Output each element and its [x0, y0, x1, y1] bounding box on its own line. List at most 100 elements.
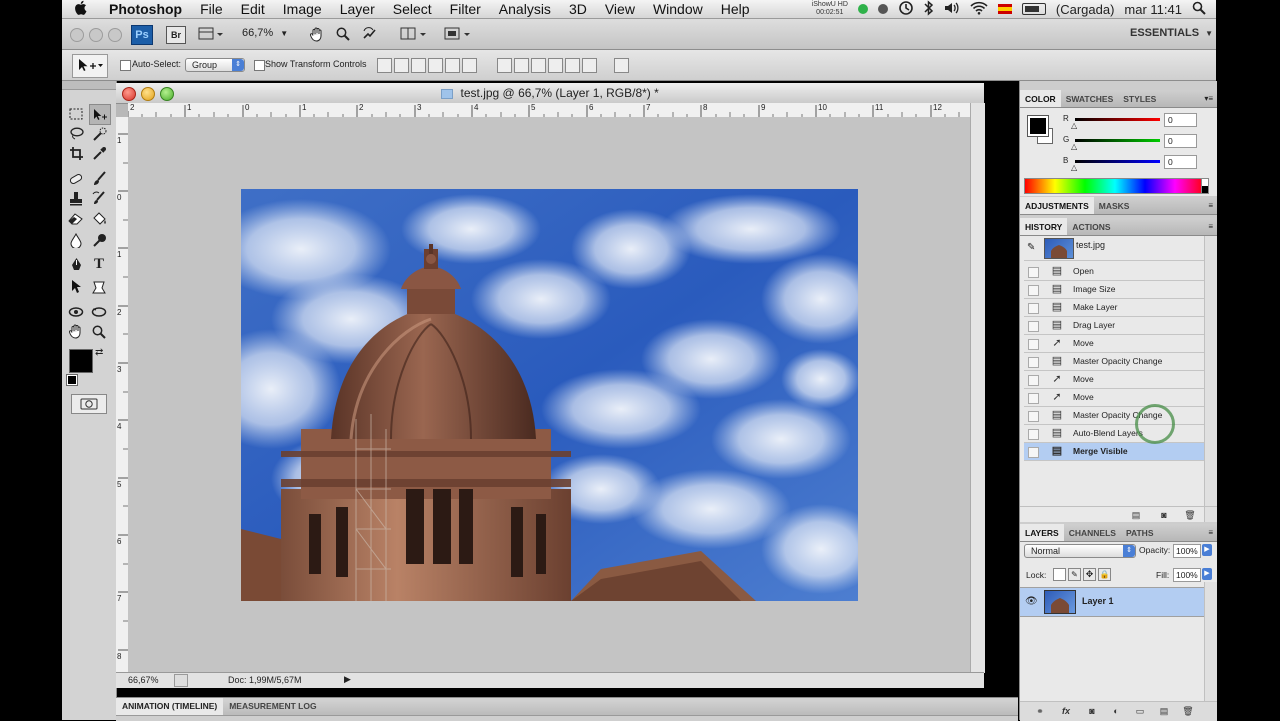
stop-icon[interactable] [877, 4, 888, 14]
status-info-icon[interactable] [174, 674, 188, 687]
panel-menu-icon[interactable]: ▾≡ [1204, 90, 1217, 107]
tab-adjustments[interactable]: ADJUSTMENTS [1020, 197, 1094, 214]
history-brush-tool-icon[interactable] [89, 189, 109, 208]
zoom-level-dropdown[interactable]: 66,7% ▼ [242, 27, 288, 39]
window-minimize-button-inactive[interactable] [89, 28, 103, 42]
paint-bucket-tool-icon[interactable] [89, 209, 109, 228]
history-brush-source-box[interactable] [1028, 303, 1039, 314]
new-adjustment-layer-icon[interactable]: ◐ [1110, 705, 1122, 717]
crop-tool-icon[interactable] [66, 144, 86, 163]
link-layers-icon[interactable]: ⚭ [1034, 705, 1046, 717]
window-close-button-inactive[interactable] [70, 28, 84, 42]
history-brush-source-box[interactable] [1028, 393, 1039, 404]
history-brush-source-box[interactable] [1028, 411, 1039, 422]
document-vertical-scrollbar[interactable] [970, 103, 985, 673]
auto-select-target-dropdown[interactable]: Group ⇕ [185, 58, 245, 72]
menu-window[interactable]: Window [644, 1, 712, 17]
tab-actions[interactable]: ACTIONS [1067, 218, 1115, 235]
distribute-vertical-centers-icon[interactable] [514, 58, 529, 73]
quick-mask-button[interactable] [71, 394, 107, 414]
clone-stamp-tool-icon[interactable] [66, 189, 86, 208]
tab-layers[interactable]: LAYERS [1020, 524, 1064, 541]
color-ramp-bw[interactable] [1201, 178, 1209, 194]
tools-panel-header[interactable] [62, 81, 116, 90]
color-ramp[interactable] [1024, 178, 1206, 194]
type-tool-icon[interactable]: T [89, 255, 109, 274]
status-zoom-field[interactable]: 66,67% [128, 675, 159, 685]
lasso-tool-icon[interactable] [66, 124, 86, 143]
wifi-icon[interactable] [970, 1, 988, 18]
align-left-edges-icon[interactable] [428, 58, 443, 73]
3d-orbit-tool-icon[interactable] [89, 302, 109, 321]
eyedropper-tool-icon[interactable] [89, 144, 109, 163]
lock-image-pixels-icon[interactable]: ✎ [1068, 568, 1081, 581]
tab-history[interactable]: HISTORY [1020, 218, 1068, 235]
view-extras-button[interactable] [196, 25, 226, 43]
history-brush-source-box[interactable] [1028, 339, 1039, 350]
history-brush-source-box[interactable] [1028, 357, 1039, 368]
opacity-slider-toggle-icon[interactable]: ▶ [1202, 544, 1212, 556]
history-brush-source-box[interactable] [1028, 447, 1039, 458]
slider-thumb-icon[interactable]: △ [1071, 121, 1077, 130]
history-item[interactable]: ▤ Auto-Blend Layers [1024, 425, 1204, 443]
tab-animation-timeline[interactable]: ANIMATION (TIMELINE) [116, 698, 224, 715]
history-brush-source-box[interactable] [1028, 267, 1039, 278]
spotlight-search-icon[interactable] [1192, 1, 1206, 18]
panel-menu-icon[interactable]: ≡ [1208, 524, 1217, 541]
history-snapshot-row[interactable]: ✎ test.jpg [1024, 236, 1204, 261]
eye-visibility-icon[interactable]: 👁 [1025, 596, 1038, 607]
input-language-flag-icon[interactable] [997, 4, 1012, 14]
distribute-top-icon[interactable] [497, 58, 512, 73]
quick-selection-tool-icon[interactable] [89, 124, 109, 143]
zoom-tool-icon[interactable] [334, 25, 352, 43]
fill-input[interactable]: 100% [1173, 568, 1201, 582]
blend-mode-dropdown[interactable]: Normal ⇕ [1024, 544, 1136, 558]
battery-icon[interactable] [1021, 3, 1046, 15]
document-image[interactable] [241, 189, 858, 601]
tool-preset-picker[interactable] [72, 54, 108, 78]
custom-shape-tool-icon[interactable] [89, 277, 109, 296]
new-layer-icon[interactable]: ▤ [1158, 705, 1170, 717]
align-bottom-edges-icon[interactable] [411, 58, 426, 73]
history-item[interactable]: ▤ Master Opacity Change [1024, 407, 1204, 425]
history-brush-source-box[interactable] [1028, 285, 1039, 296]
layer-row[interactable]: 👁 Layer 1 [1020, 587, 1204, 617]
align-top-edges-icon[interactable] [377, 58, 392, 73]
blue-value-input[interactable]: 0 [1164, 155, 1197, 169]
panel-menu-icon[interactable]: ≡ [1208, 197, 1217, 214]
tab-color[interactable]: COLOR [1020, 90, 1061, 107]
minimize-document-button[interactable] [141, 87, 155, 101]
history-brush-source-icon[interactable]: ✎ [1027, 242, 1035, 253]
menu-filter[interactable]: Filter [441, 1, 490, 17]
battery-status[interactable]: (Cargada) [1056, 2, 1115, 17]
path-selection-tool-icon[interactable] [66, 277, 86, 296]
spot-healing-brush-tool-icon[interactable] [66, 169, 86, 188]
move-tool-icon[interactable] [89, 104, 111, 125]
show-transform-controls-checkbox[interactable] [254, 60, 265, 71]
window-zoom-button-inactive[interactable] [108, 28, 122, 42]
history-brush-source-box[interactable] [1028, 375, 1039, 386]
lock-transparent-pixels-icon[interactable] [1053, 568, 1066, 581]
brush-tool-icon[interactable] [89, 169, 109, 188]
auto-align-layers-icon[interactable] [614, 58, 629, 73]
new-group-icon[interactable]: ▭ [1134, 705, 1146, 717]
tab-styles[interactable]: STYLES [1118, 90, 1161, 107]
history-item[interactable]: ➚ Move [1024, 389, 1204, 407]
blur-tool-icon[interactable] [66, 231, 86, 250]
menu-view[interactable]: View [596, 1, 644, 17]
menu-help[interactable]: Help [712, 1, 759, 17]
menu-layer[interactable]: Layer [331, 1, 384, 17]
tab-measurement-log[interactable]: MEASUREMENT LOG [223, 698, 322, 715]
zoom-document-button[interactable] [160, 87, 174, 101]
distribute-right-icon[interactable] [582, 58, 597, 73]
history-brush-source-box[interactable] [1028, 429, 1039, 440]
distribute-bottom-icon[interactable] [531, 58, 546, 73]
add-layer-mask-icon[interactable]: ◙ [1086, 705, 1098, 717]
history-item[interactable]: ▤ Make Layer [1024, 299, 1204, 317]
workspace-switcher[interactable]: ESSENTIALS ▼ [1130, 27, 1213, 39]
status-menu-triangle-icon[interactable]: ▶ [344, 674, 351, 685]
bluetooth-icon[interactable] [924, 0, 934, 19]
foreground-color-swatch[interactable] [69, 349, 93, 373]
pen-tool-icon[interactable] [66, 255, 86, 274]
new-document-from-state-icon[interactable]: ▤ [1130, 509, 1142, 521]
